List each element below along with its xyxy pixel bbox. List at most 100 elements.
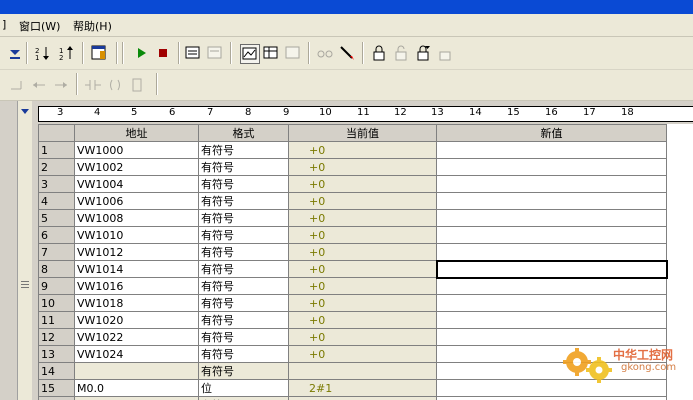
format-cell[interactable]: 有符号 bbox=[198, 158, 289, 176]
row-number-cell: 13 bbox=[38, 345, 75, 363]
row-number-cell: 3 bbox=[38, 175, 75, 193]
new-value-cell[interactable] bbox=[436, 294, 667, 312]
table-row[interactable]: 1 VW1000 有符号 +0 bbox=[38, 141, 667, 159]
format-cell[interactable]: 有符号 bbox=[198, 243, 289, 261]
sort-descending-icon[interactable]: 12 bbox=[58, 44, 76, 62]
address-cell[interactable]: VW1010 bbox=[74, 226, 199, 244]
address-cell[interactable]: M0.0 bbox=[74, 379, 199, 397]
new-value-cell[interactable] bbox=[435, 259, 668, 279]
new-value-cell[interactable] bbox=[436, 277, 667, 295]
row-number-cell: 7 bbox=[38, 243, 75, 261]
format-cell[interactable]: 有符号 bbox=[198, 260, 289, 278]
left-scrollbar[interactable] bbox=[17, 101, 32, 400]
menu-help[interactable]: 帮助(H) bbox=[73, 18, 112, 34]
address-cell[interactable]: VW1020 bbox=[74, 311, 199, 329]
col-header-address[interactable]: 地址 bbox=[74, 124, 199, 142]
new-value-cell[interactable] bbox=[436, 396, 667, 400]
svg-text:2: 2 bbox=[59, 54, 63, 61]
ruler-mark: 14 bbox=[469, 107, 482, 118]
arrow-left-icon bbox=[30, 76, 48, 94]
new-value-cell[interactable] bbox=[436, 226, 667, 244]
table-view-icon[interactable] bbox=[262, 44, 280, 62]
format-cell[interactable]: 有符号 bbox=[198, 175, 289, 193]
address-cell[interactable] bbox=[74, 362, 199, 380]
ruler-mark: 4 bbox=[94, 107, 101, 118]
format-cell[interactable]: 有符号 bbox=[198, 311, 289, 329]
new-value-cell[interactable] bbox=[436, 311, 667, 329]
format-cell[interactable]: 有符号 bbox=[198, 277, 289, 295]
format-cell[interactable]: 有符号 bbox=[198, 396, 289, 400]
address-cell[interactable]: VW1022 bbox=[74, 328, 199, 346]
lock-icon[interactable] bbox=[370, 44, 388, 62]
new-value-cell[interactable] bbox=[436, 243, 667, 261]
current-value-cell: 2#1 bbox=[288, 379, 437, 397]
address-cell[interactable]: VW1014 bbox=[74, 260, 199, 278]
address-cell[interactable]: VW1006 bbox=[74, 192, 199, 210]
format-cell[interactable]: 有符号 bbox=[198, 192, 289, 210]
address-cell[interactable]: VW1012 bbox=[74, 243, 199, 261]
table-row[interactable]: 8 VW1014 有符号 +0 bbox=[38, 259, 668, 279]
trend-view-icon[interactable] bbox=[240, 44, 260, 64]
format-cell[interactable]: 有符号 bbox=[198, 345, 289, 363]
disabled-view-icon bbox=[284, 44, 302, 62]
pencil-write-icon[interactable] bbox=[338, 44, 356, 62]
address-cell[interactable]: VW1002 bbox=[74, 158, 199, 176]
ruler-mark: 13 bbox=[431, 107, 444, 118]
new-value-cell[interactable] bbox=[436, 141, 667, 159]
table-row[interactable]: 6 VW1010 有符号 +0 bbox=[38, 226, 667, 244]
table-row[interactable]: 7 VW1012 有符号 +0 bbox=[38, 243, 667, 261]
row-number-cell: 14 bbox=[38, 362, 75, 380]
table-row[interactable]: 5 VW1008 有符号 +0 bbox=[38, 209, 667, 227]
dropdown-arrow-icon[interactable] bbox=[6, 44, 24, 62]
table-row[interactable]: 11 VW1020 有符号 +0 bbox=[38, 311, 667, 329]
ruler-mark: 6 bbox=[169, 107, 176, 118]
current-value-cell: +0 bbox=[288, 141, 437, 159]
stop-icon[interactable] bbox=[154, 44, 172, 62]
new-value-cell[interactable] bbox=[436, 158, 667, 176]
format-cell[interactable]: 有符号 bbox=[198, 328, 289, 346]
new-value-cell[interactable] bbox=[436, 175, 667, 193]
col-header-new[interactable]: 新值 bbox=[436, 124, 667, 142]
table-row[interactable]: 9 VW1016 有符号 +0 bbox=[38, 277, 667, 295]
row-number-cell: 5 bbox=[38, 209, 75, 227]
format-cell[interactable]: 有符号 bbox=[198, 209, 289, 227]
contact-icon bbox=[84, 76, 102, 94]
ruler-mark: 9 bbox=[283, 107, 290, 118]
row-number-cell: 2 bbox=[38, 158, 75, 176]
address-cell[interactable]: VW1016 bbox=[74, 277, 199, 295]
window-icon[interactable] bbox=[90, 44, 108, 62]
format-cell[interactable]: 有符号 bbox=[198, 294, 289, 312]
format-cell[interactable]: 位 bbox=[198, 379, 289, 397]
sort-ascending-icon[interactable]: 21 bbox=[34, 44, 52, 62]
row-number-cell: 4 bbox=[38, 192, 75, 210]
col-header-current[interactable]: 当前值 bbox=[288, 124, 437, 142]
run-icon[interactable] bbox=[132, 44, 150, 62]
table-row[interactable]: 10 VW1018 有符号 +0 bbox=[38, 294, 667, 312]
address-cell[interactable]: VW1004 bbox=[74, 175, 199, 193]
lock-all-icon[interactable] bbox=[414, 44, 432, 62]
format-cell[interactable]: 有符号 bbox=[198, 141, 289, 159]
address-cell[interactable]: VW1024 bbox=[74, 345, 199, 363]
address-cell[interactable]: VW1018 bbox=[74, 294, 199, 312]
table-row[interactable]: 2 VW1002 有符号 +0 bbox=[38, 158, 667, 176]
table-row[interactable]: 16 有符号 bbox=[38, 396, 667, 400]
format-cell[interactable]: 有符号 bbox=[198, 362, 289, 380]
format-cell[interactable]: 有符号 bbox=[198, 226, 289, 244]
address-cell[interactable] bbox=[74, 396, 199, 400]
table-row[interactable]: 4 VW1006 有符号 +0 bbox=[38, 192, 667, 210]
new-value-cell[interactable] bbox=[436, 192, 667, 210]
current-value-cell: +0 bbox=[288, 277, 437, 295]
current-value-cell: +0 bbox=[288, 175, 437, 193]
address-cell[interactable]: VW1008 bbox=[74, 209, 199, 227]
program-status-icon[interactable] bbox=[184, 44, 202, 62]
current-value-cell: +0 bbox=[288, 243, 437, 261]
col-header-format[interactable]: 格式 bbox=[198, 124, 289, 142]
menu-window[interactable]: 窗口(W) bbox=[19, 18, 60, 34]
toolbar-main: 21 12 bbox=[0, 37, 693, 70]
new-value-cell[interactable] bbox=[436, 209, 667, 227]
current-value-cell: +0 bbox=[288, 345, 437, 363]
watermark-text-cn: 中华工控网 bbox=[613, 348, 674, 362]
table-row[interactable]: 3 VW1004 有符号 +0 bbox=[38, 175, 667, 193]
address-cell[interactable]: VW1000 bbox=[74, 141, 199, 159]
menu-close-glyph[interactable]: ] bbox=[2, 18, 6, 31]
